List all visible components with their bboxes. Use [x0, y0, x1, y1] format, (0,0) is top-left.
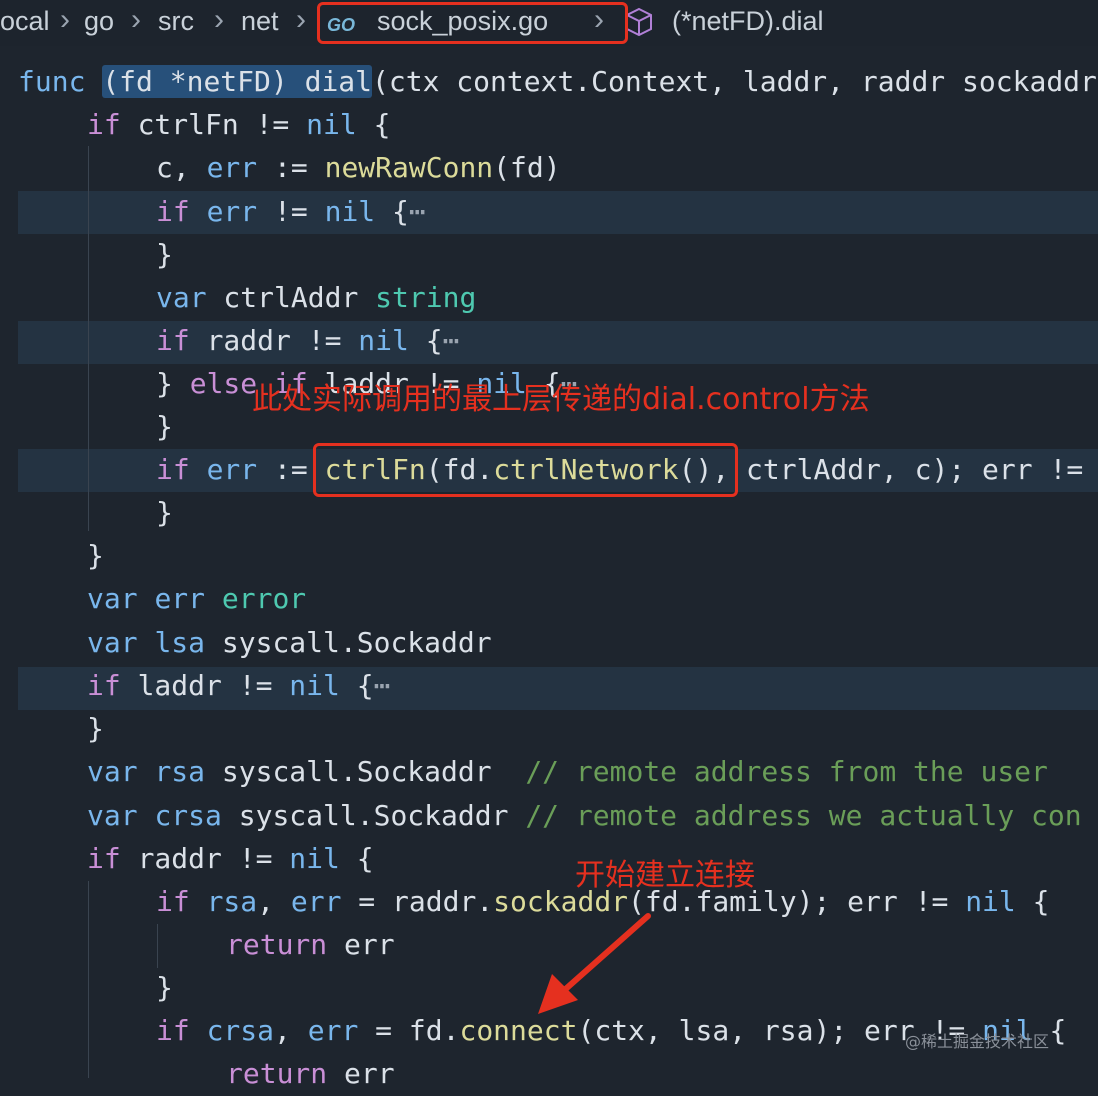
code-line: if err != nil {⋯	[156, 195, 426, 228]
ctrl-annotation: 此处实际调用的最上层传递的dial.control方法	[252, 382, 870, 417]
ctrlfn-call-highlight-box	[313, 443, 738, 497]
chevron-right-icon: ›	[214, 3, 224, 36]
code-comment: // remote address from the user	[525, 755, 1048, 788]
indent-guide	[88, 146, 89, 531]
code-line: }	[156, 971, 173, 1004]
breadcrumb-item-src[interactable]: src	[158, 4, 194, 38]
code-line: return err	[226, 1057, 395, 1090]
code-line: }	[156, 496, 173, 529]
code-line: if raddr != nil {	[87, 842, 374, 875]
chevron-right-icon: ›	[60, 3, 70, 36]
watermark: @稀土掘金技术社区	[905, 1032, 1050, 1051]
breadcrumb-item-local[interactable]: ocal	[0, 4, 50, 38]
code-editor[interactable]: func (fd *netFD) dial(ctx context.Contex…	[0, 46, 1098, 1090]
code-line: var ctrlAddr string	[156, 281, 477, 314]
breadcrumb-item-symbol[interactable]: (*netFD).dial	[672, 4, 824, 38]
code-line: func (fd *netFD) dial(ctx context.Contex…	[18, 65, 1097, 98]
code-line: return err	[226, 928, 395, 961]
breadcrumb-item-go[interactable]: go	[84, 4, 114, 38]
connect-annotation: 开始建立连接	[575, 858, 755, 893]
chevron-right-icon: ›	[131, 3, 141, 36]
code-line: c, err := newRawConn(fd)	[156, 151, 561, 184]
fold-ellipsis-icon[interactable]: ⋯	[443, 324, 460, 357]
code-line: var rsa syscall.Sockaddr // remote addre…	[87, 755, 1048, 788]
code-line: }	[87, 539, 104, 572]
code-line: if ctrlFn != nil {	[87, 108, 391, 141]
code-comment: // remote address we actually con	[525, 799, 1082, 832]
cube-icon	[624, 6, 654, 46]
code-line: }	[156, 410, 173, 443]
code-line: if laddr != nil {⋯	[87, 669, 391, 702]
code-line: var lsa syscall.Sockaddr	[87, 626, 492, 659]
code-line: }	[156, 238, 173, 271]
indent-guide	[88, 881, 89, 1078]
chevron-right-icon: ›	[296, 3, 306, 36]
fold-ellipsis-icon[interactable]: ⋯	[409, 195, 426, 228]
code-line: var crsa syscall.Sockaddr // remote addr…	[87, 799, 1082, 832]
code-line: }	[87, 712, 104, 745]
selected-text: (fd *netFD) dial	[102, 65, 373, 98]
file-highlight-box	[317, 2, 628, 44]
code-line: if raddr != nil {⋯	[156, 324, 460, 357]
arrow-icon	[538, 913, 651, 1014]
indent-guide	[157, 924, 158, 968]
breadcrumb-item-net[interactable]: net	[241, 4, 279, 38]
code-line: var err error	[87, 582, 307, 615]
fold-ellipsis-icon[interactable]: ⋯	[374, 669, 391, 702]
